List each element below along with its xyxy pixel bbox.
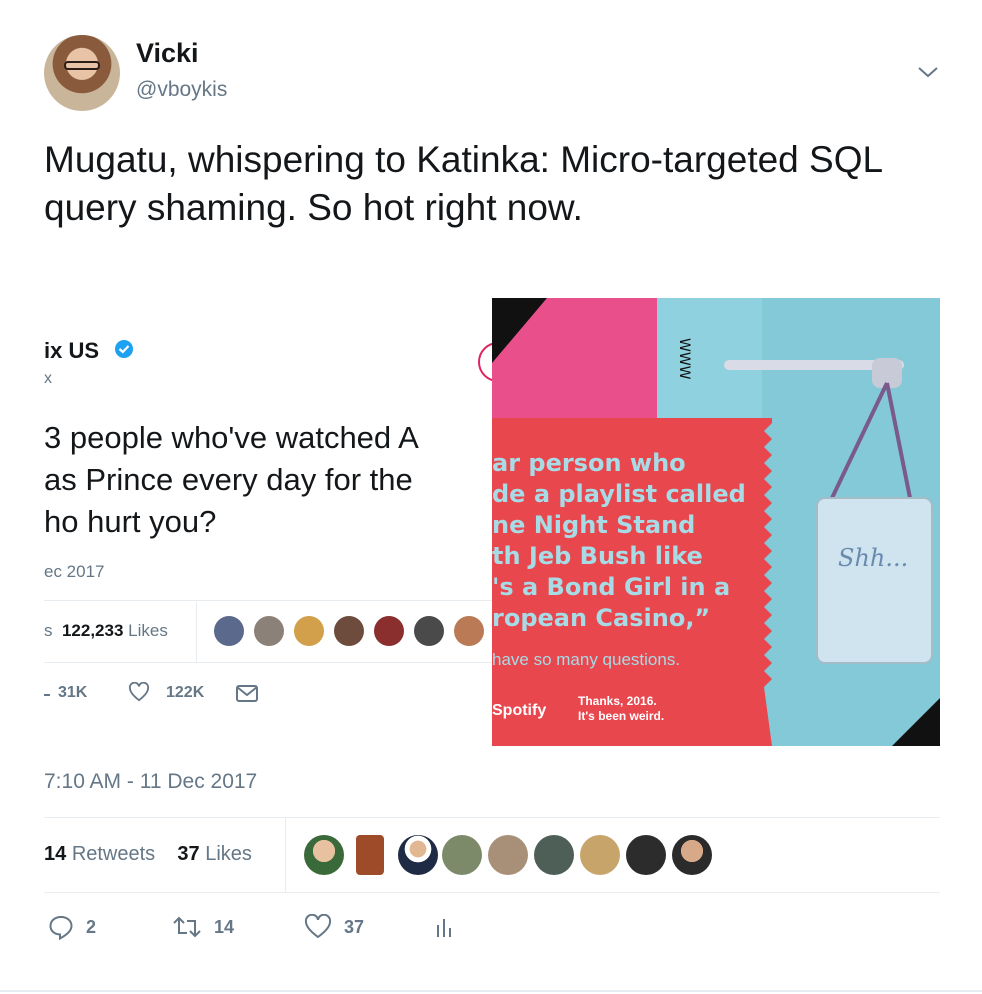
liker-avatar[interactable]	[442, 835, 482, 875]
quoted-likes: s 122,233 Likes	[44, 621, 168, 641]
retweet-icon	[173, 916, 201, 938]
liker-avatar[interactable]	[534, 835, 574, 875]
heart-icon	[304, 914, 332, 939]
door-sign-text: Shh...	[838, 544, 909, 572]
liker-avatar[interactable]	[398, 835, 438, 875]
svg-text:WWW: WWW	[676, 338, 692, 380]
like-count: 37	[344, 916, 365, 937]
liker-avatar[interactable]	[304, 835, 344, 875]
quoted-likes-prefix: s	[44, 621, 53, 640]
bottom-border	[0, 990, 982, 992]
spotify-thanks-line-2: It's been weird.	[578, 709, 665, 723]
quoted-reply-fragment	[44, 694, 50, 696]
quoted-liker-avatar	[454, 616, 484, 646]
spotify-thanks-line-1: Thanks, 2016.	[578, 694, 657, 708]
tweet-image[interactable]: ix US x 3 people who've watched A as Pri…	[44, 298, 940, 746]
liker-avatar[interactable]	[672, 835, 712, 875]
stats-divider-bottom	[44, 892, 940, 893]
quoted-liker-avatar	[294, 616, 324, 646]
tweet-text: Mugatu, whispering to Katinka: Micro-tar…	[44, 139, 882, 228]
message-icon	[236, 685, 258, 702]
liker-avatar[interactable]	[580, 835, 620, 875]
spotify-text-line-4: th Jeb Bush like	[492, 542, 703, 570]
quoted-text-line-2: as Prince every day for the	[44, 462, 413, 497]
reply-button[interactable]: 2	[48, 914, 96, 940]
analytics-icon	[437, 919, 451, 937]
quoted-liker-avatar	[214, 616, 244, 646]
quoted-divider-bottom	[44, 662, 492, 663]
quoted-likes-label: Likes	[128, 621, 168, 640]
liker-avatar[interactable]	[626, 835, 666, 875]
reply-count: 2	[86, 916, 97, 937]
author-handle[interactable]: @vboykis	[136, 78, 227, 102]
engagement-stats: 14 Retweets 37 Likes	[44, 843, 252, 866]
retweets-count[interactable]: 14	[44, 843, 66, 865]
spotify-text-line-6: ropean Casino,”	[492, 604, 711, 632]
spotify-text-line-1: ar person who	[492, 449, 686, 477]
likes-count[interactable]: 37	[177, 843, 199, 865]
spotify-question: have so many questions.	[492, 650, 681, 669]
author-avatar[interactable]	[44, 35, 120, 111]
chevron-down-icon[interactable]	[916, 64, 940, 80]
quoted-likes-short: 122K	[166, 684, 205, 701]
spotify-text-line-2: de a playlist called	[492, 480, 746, 508]
quoted-liker-avatar	[374, 616, 404, 646]
stats-divider-top	[44, 817, 940, 818]
spotify-thanks: Thanks, 2016. It's been weird.	[578, 694, 664, 724]
liker-avatar[interactable]	[356, 835, 384, 875]
author-name[interactable]: Vicki	[136, 38, 199, 69]
likes-label[interactable]: Likes	[205, 843, 252, 865]
quoted-stat-divider	[196, 602, 197, 662]
like-button[interactable]: 37	[304, 914, 364, 940]
spotify-text-line-3: ne Night Stand	[492, 511, 696, 539]
verified-badge-icon	[115, 340, 133, 358]
quoted-handle: x	[44, 370, 52, 387]
spotify-logo: Spotify	[492, 702, 547, 719]
avatar-glasses	[64, 61, 100, 70]
tweet-timestamp[interactable]: 7:10 AM - 11 Dec 2017	[44, 770, 257, 794]
spotify-ad-image: WWW ar person who de a playlist called n…	[492, 298, 940, 746]
liker-avatar[interactable]	[488, 835, 528, 875]
retweet-button[interactable]: 14	[172, 914, 234, 940]
quoted-text-line-1: 3 people who've watched A	[44, 420, 419, 455]
quoted-date: ec 2017	[44, 562, 105, 581]
quoted-liker-avatar	[334, 616, 364, 646]
quoted-liker-avatar	[414, 616, 444, 646]
reply-icon	[49, 915, 73, 940]
quoted-divider-top	[44, 600, 492, 601]
analytics-button[interactable]	[436, 914, 454, 940]
spotify-text-line-5: 's a Bond Girl in a	[492, 573, 731, 601]
stats-vertical-divider	[285, 818, 286, 892]
retweets-label[interactable]: Retweets	[72, 843, 155, 865]
quoted-liker-avatar	[254, 616, 284, 646]
quoted-likes-count: 122,233	[61, 621, 124, 640]
quoted-retweets: 31K	[58, 684, 88, 701]
heart-icon	[128, 682, 150, 702]
retweet-count: 14	[214, 916, 235, 937]
quoted-text-line-3: ho hurt you?	[44, 504, 217, 539]
quoted-name: ix US	[44, 338, 100, 363]
